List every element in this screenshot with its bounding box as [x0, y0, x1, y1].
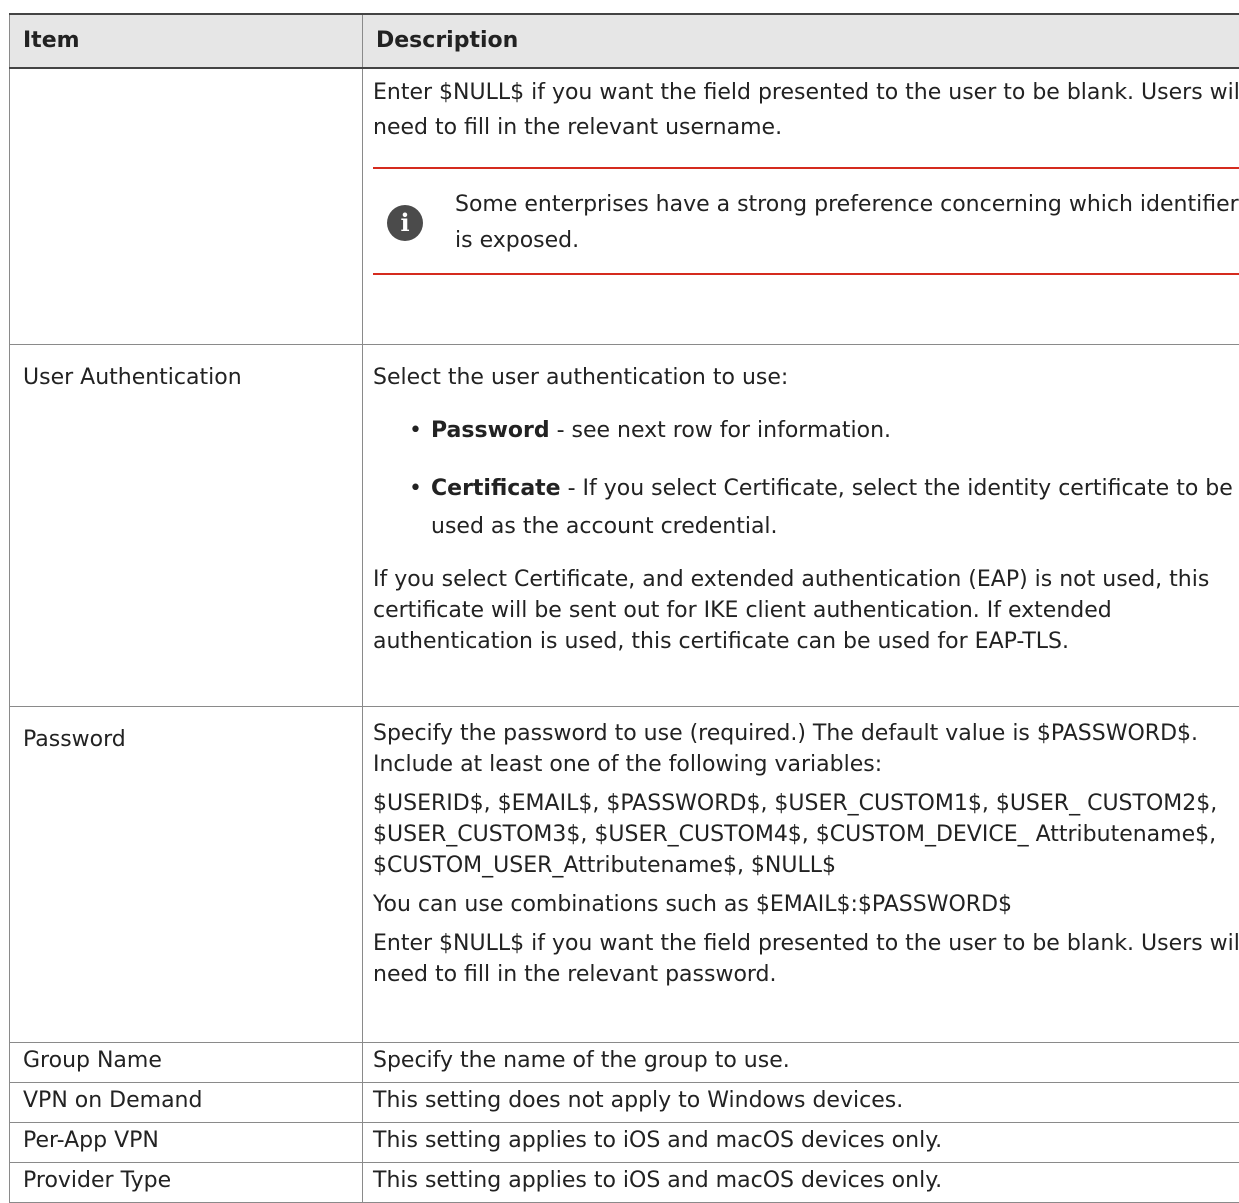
option-term: Certificate [431, 476, 561, 501]
table-row: Per-App VPN This setting applies to iOS … [10, 1122, 1239, 1162]
description-cell: Enter $NULL$ if you want the field prese… [363, 68, 1239, 344]
table-row: Provider Type This setting applies to iO… [10, 1162, 1239, 1202]
option-text: - see next row for information. [550, 418, 891, 443]
bullet: • [409, 470, 422, 508]
table-row: User Authentication Select the user auth… [10, 344, 1239, 706]
note-text: Some enterprises have a strong preferenc… [455, 192, 1239, 253]
item-cell: Group Name [10, 1042, 363, 1082]
password-null-instruction: Enter $NULL$ if you want the field prese… [373, 928, 1239, 990]
column-header-description: Description [363, 14, 1239, 68]
list-item: • Certificate - If you select Certificat… [431, 470, 1239, 546]
option-term: Password [431, 418, 550, 443]
null-instruction-text: Enter $NULL$ if you want the field prese… [373, 75, 1239, 145]
password-variables: $USERID$, $EMAIL$, $PASSWORD$, $USER_CUS… [373, 788, 1239, 881]
table-row: VPN on Demand This setting does not appl… [10, 1082, 1239, 1122]
info-icon: i [387, 205, 423, 241]
user-auth-intro: Select the user authentication to use: [373, 362, 1239, 394]
item-cell: Per-App VPN [10, 1122, 363, 1162]
table-row: Enter $NULL$ if you want the field prese… [10, 68, 1239, 344]
description-cell: Specify the password to use (required.) … [363, 706, 1239, 1042]
description-cell: Specify the name of the group to use. [363, 1042, 1239, 1082]
user-auth-options: • Password - see next row for informatio… [373, 412, 1239, 546]
list-item: • Password - see next row for informatio… [431, 412, 1239, 450]
table-row: Group Name Specify the name of the group… [10, 1042, 1239, 1082]
table-header-row: Item Description [10, 14, 1239, 68]
item-cell: VPN on Demand [10, 1082, 363, 1122]
description-cell: This setting applies to iOS and macOS de… [363, 1122, 1239, 1162]
item-cell [10, 68, 363, 344]
item-cell: Password [10, 706, 363, 1042]
description-cell: This setting does not apply to Windows d… [363, 1082, 1239, 1122]
settings-table: Item Description Enter $NULL$ if you wan… [9, 13, 1239, 1203]
description-cell: Select the user authentication to use: •… [363, 344, 1239, 706]
description-cell: This setting applies to iOS and macOS de… [363, 1162, 1239, 1202]
user-auth-outro: If you select Certificate, and extended … [373, 564, 1239, 657]
password-combinations: You can use combinations such as $EMAIL$… [373, 889, 1239, 920]
note-callout: i Some enterprises have a strong prefere… [373, 167, 1239, 275]
table-row: Password Specify the password to use (re… [10, 706, 1239, 1042]
password-intro: Specify the password to use (required.) … [373, 718, 1239, 780]
item-cell: User Authentication [10, 344, 363, 706]
item-cell: Provider Type [10, 1162, 363, 1202]
column-header-item: Item [10, 14, 363, 68]
bullet: • [409, 412, 422, 450]
